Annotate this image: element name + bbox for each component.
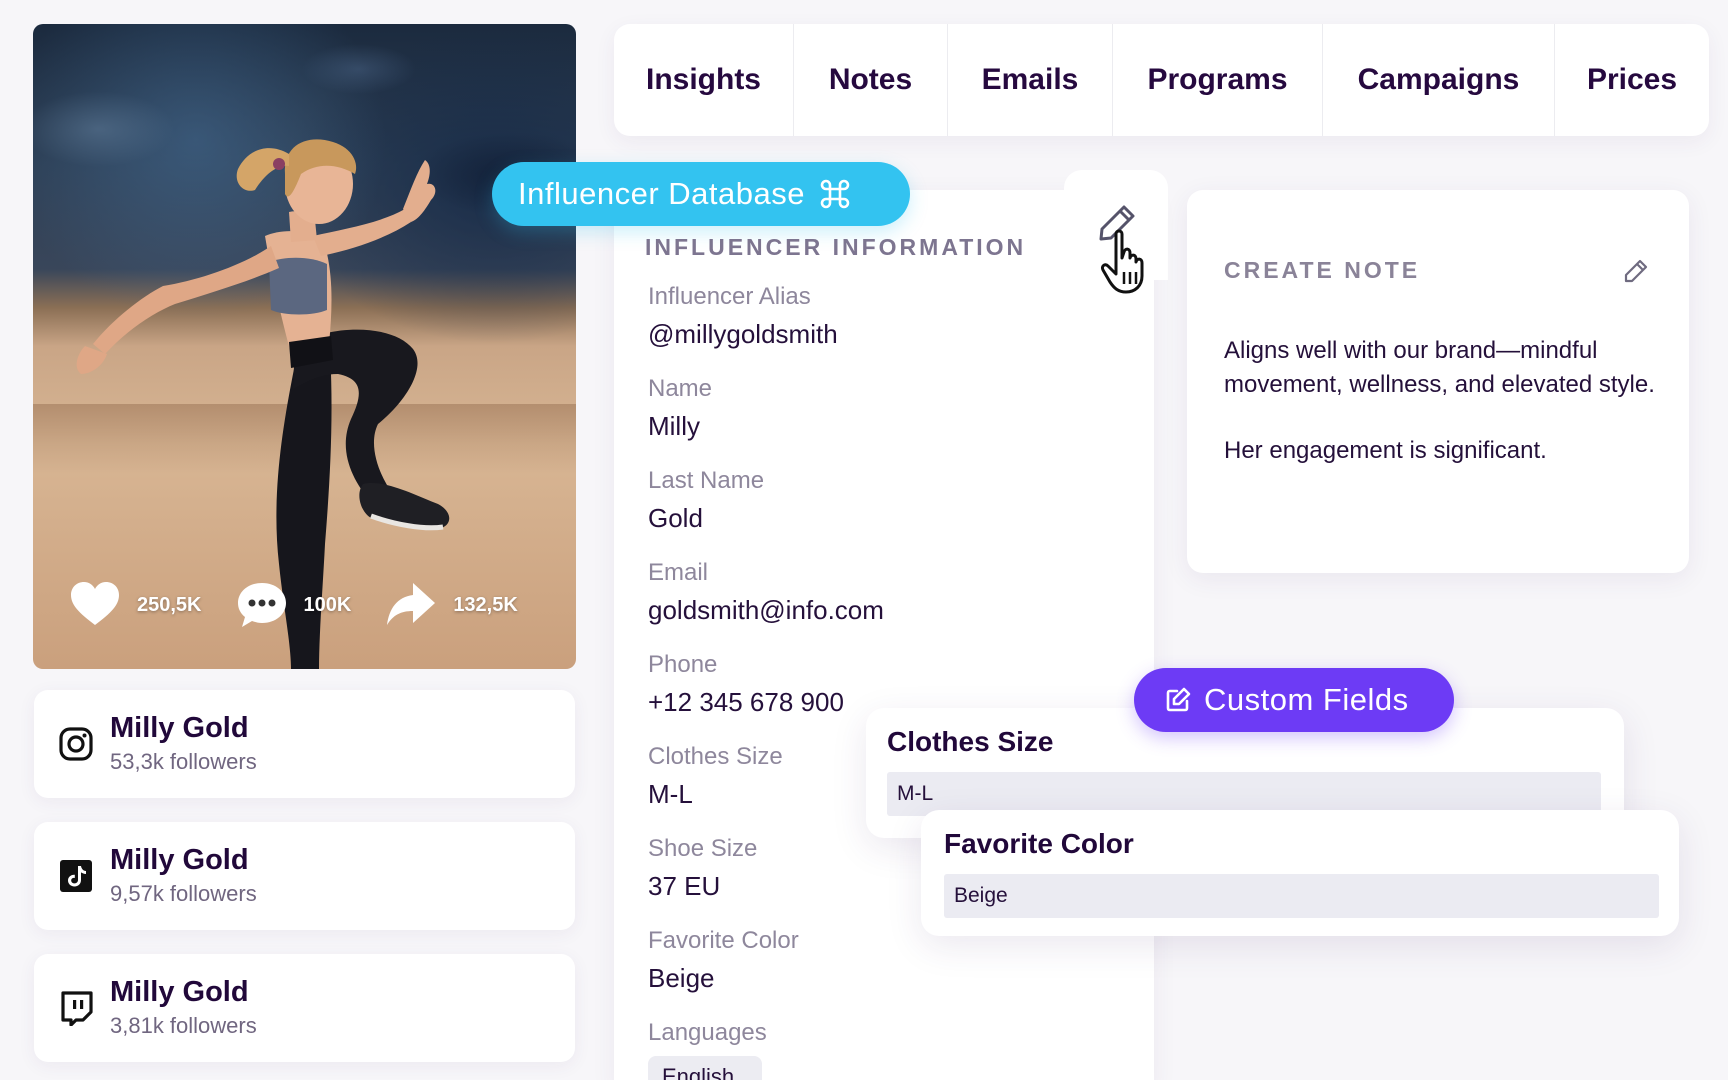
social-text: Milly Gold 9,57k followers (110, 844, 257, 907)
custom-field-input-favorite-color[interactable]: Beige (944, 874, 1659, 918)
field-label-email: Email (648, 559, 709, 586)
social-name: Milly Gold (110, 844, 249, 877)
social-card-tiktok[interactable]: Milly Gold 9,57k followers (34, 822, 575, 930)
likes-count: 250,5K (137, 593, 202, 616)
field-value-name: Milly (648, 411, 700, 441)
custom-field-label: Favorite Color (944, 828, 1134, 859)
social-name: Milly Gold (110, 712, 249, 745)
comment-icon[interactable] (236, 579, 288, 631)
tab-insights[interactable]: Insights (614, 24, 794, 136)
language-chip[interactable]: English (648, 1056, 762, 1080)
social-card-instagram[interactable]: Milly Gold 53,3k followers (34, 690, 575, 798)
tab-programs[interactable]: Programs (1113, 24, 1323, 136)
tab-notes[interactable]: Notes (794, 24, 948, 136)
instagram-icon (59, 727, 93, 761)
social-followers: 3,81k followers (110, 1012, 257, 1038)
athlete-figure (76, 139, 450, 669)
tab-campaigns[interactable]: Campaigns (1323, 24, 1555, 136)
tab-prices[interactable]: Prices (1555, 24, 1709, 136)
note-paragraph: Aligns well with our brand—mindful movem… (1224, 337, 1655, 398)
field-value-email: goldsmith@info.com (648, 595, 884, 625)
field-label-shoe-size: Shoe Size (648, 835, 758, 862)
shares-stat: 132,5K (385, 579, 518, 631)
comments-count: 100K (303, 593, 352, 616)
comments-stat: 100K (236, 579, 352, 631)
influencer-database-badge: Influencer Database (492, 162, 910, 226)
field-label-clothes-size: Clothes Size (648, 743, 783, 770)
field-label-favorite-color: Favorite Color (648, 927, 799, 954)
tab-emails[interactable]: Emails (948, 24, 1113, 136)
social-followers: 9,57k followers (110, 880, 257, 906)
field-value-alias: @millygoldsmith (648, 319, 838, 349)
custom-fields-badge-label: Custom Fields (1204, 682, 1409, 717)
heart-icon[interactable] (69, 579, 121, 631)
custom-field-label: Clothes Size (887, 726, 1054, 757)
field-value-favorite-color: Beige (648, 963, 715, 993)
social-followers: 53,3k followers (110, 748, 257, 774)
twitch-icon (61, 991, 93, 1026)
social-card-twitch[interactable]: Milly Gold 3,81k followers (34, 954, 575, 1062)
note-paragraph: Her engagement is significant. (1224, 437, 1547, 464)
note-title: CREATE NOTE (1224, 257, 1421, 283)
shares-count: 132,5K (453, 593, 518, 616)
command-icon (820, 179, 850, 209)
field-label-alias: Influencer Alias (648, 283, 811, 310)
social-name: Milly Gold (110, 976, 249, 1009)
influencer-photo: 250,5K 100K 132,5K (33, 24, 576, 669)
note-body[interactable]: Aligns well with our brand—mindful movem… (1224, 334, 1664, 468)
social-text: Milly Gold 53,3k followers (110, 712, 257, 775)
field-label-languages: Languages (648, 1019, 767, 1046)
likes-stat: 250,5K (69, 579, 202, 631)
custom-fields-badge: Custom Fields (1134, 668, 1454, 732)
field-label-last-name: Last Name (648, 467, 765, 494)
post-stats: 250,5K 100K 132,5K (69, 579, 546, 631)
field-label-name: Name (648, 375, 713, 402)
tiktok-icon (60, 860, 92, 892)
field-label-phone: Phone (648, 651, 718, 678)
note-edit-pencil-icon[interactable] (1623, 258, 1649, 284)
social-text: Milly Gold 3,81k followers (110, 976, 257, 1039)
field-value-last-name: Gold (648, 503, 703, 533)
field-value-phone: +12 345 678 900 (648, 687, 844, 717)
info-section-title: INFLUENCER INFORMATION (645, 234, 1027, 260)
field-value-clothes-size: M-L (648, 779, 693, 809)
field-value-shoe-size: 37 EU (648, 871, 721, 901)
hand-pointer-icon (1101, 229, 1144, 294)
profile-tabs: Insights Notes Emails Programs Campaigns… (614, 24, 1709, 136)
database-badge-label: Influencer Database (518, 176, 805, 211)
share-icon[interactable] (385, 579, 437, 631)
edit-square-icon (1166, 687, 1191, 712)
